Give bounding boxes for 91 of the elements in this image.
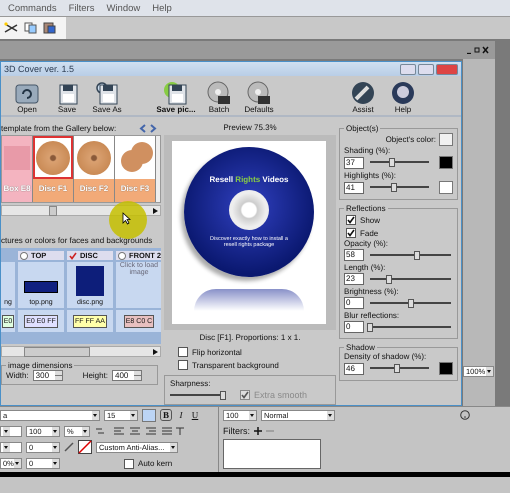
scroll-thumb[interactable] <box>48 206 57 216</box>
format-button[interactable]: U <box>190 410 200 420</box>
checkbox[interactable] <box>178 360 188 370</box>
field-label: Density of shadow (%): <box>344 352 428 361</box>
value-field[interactable]: 23 <box>344 273 364 285</box>
field-label: Shading (%): <box>344 146 392 155</box>
checkbox[interactable] <box>124 458 134 468</box>
faces-caption: ctures or colors for faces and backgrounds <box>1 236 154 245</box>
toolbar-button[interactable]: Save <box>47 81 87 114</box>
preview-title: Preview 75.3% <box>222 122 278 134</box>
field-label: Highlights (%): <box>344 171 398 180</box>
checkbox-label: Transparent background <box>192 360 279 370</box>
checkbox-label: Flip horizontal <box>192 348 242 356</box>
field-label: Blur reflections: <box>344 311 400 320</box>
menu-item[interactable]: Window <box>106 2 140 14</box>
group-title: Shadow <box>345 343 376 352</box>
magnifier-disk-icon <box>94 81 120 105</box>
checkbox[interactable] <box>346 215 356 225</box>
alignment-icons[interactable] <box>94 426 184 436</box>
value-field[interactable]: 0 <box>344 297 364 309</box>
field-label: Width: <box>6 371 29 380</box>
text-color-swatch[interactable] <box>142 408 156 422</box>
toolbar-button[interactable]: Assist <box>343 81 383 114</box>
checkbox-label: Extra smooth <box>254 390 308 400</box>
field-label: Length (%): <box>344 263 386 272</box>
faces-scrollbar[interactable] <box>1 346 161 357</box>
format-button[interactable]: B <box>160 409 172 421</box>
value-field[interactable]: 41 <box>344 182 364 194</box>
menu-item[interactable]: Filters <box>68 2 94 14</box>
color-swatch[interactable] <box>439 133 453 146</box>
pencil-icon <box>64 442 74 452</box>
menu-item[interactable]: Help <box>152 2 172 14</box>
checkbox[interactable] <box>178 347 188 357</box>
toolbar-button[interactable]: Batch <box>199 81 239 114</box>
width-field[interactable]: 300 <box>32 370 63 381</box>
disc-icon <box>246 81 272 105</box>
toolbar-button[interactable]: Defaults <box>239 81 279 114</box>
group-title: Object(s) <box>345 124 380 133</box>
scroll-thumb[interactable] <box>24 346 90 356</box>
window-title: 3D Cover ver. 1.5 <box>4 64 74 74</box>
wand-icon <box>350 81 376 105</box>
check-icon[interactable] <box>69 252 77 260</box>
radio-button[interactable] <box>118 252 126 260</box>
height-field[interactable]: 400 <box>112 370 142 381</box>
checkbox-label: Fade <box>360 228 378 238</box>
scissors-icon[interactable] <box>4 22 18 34</box>
group-title: Reflections <box>345 204 387 213</box>
checkbox-label: Auto kern <box>138 459 172 468</box>
paste-icon[interactable] <box>43 22 56 34</box>
filters-label: Filters: <box>223 426 250 436</box>
minimize-button[interactable] <box>400 64 416 74</box>
field-label: Opacity (%): <box>344 239 390 248</box>
menu-item[interactable]: Commands <box>8 2 57 14</box>
toolbar-button[interactable]: Open <box>7 81 47 114</box>
field-label: Sharpness: <box>170 379 210 388</box>
checkbox[interactable] <box>346 228 356 238</box>
toolbar-button[interactable]: Help <box>383 81 423 114</box>
window-controls-icon[interactable] <box>467 46 489 54</box>
help-icon[interactable] <box>460 410 470 420</box>
field-label: Height: <box>82 371 108 380</box>
color-swatch[interactable] <box>439 181 453 194</box>
group-title: image dimensions <box>7 361 74 370</box>
maximize-button[interactable] <box>418 64 434 74</box>
scroll-right-icon[interactable] <box>153 348 158 354</box>
toolbar-button[interactable]: Save As <box>87 81 127 114</box>
value-field[interactable]: 0 <box>344 321 364 333</box>
checkbox-label: Show <box>360 216 380 224</box>
value-field[interactable]: 58 <box>344 249 364 261</box>
value-field[interactable]: 46 <box>344 362 364 374</box>
help-icon <box>390 81 416 105</box>
color-swatch[interactable] <box>439 362 453 375</box>
preview-caption: Disc [F1]. Proportions: 1 x 1. <box>198 332 302 344</box>
radio-button[interactable] <box>20 252 28 260</box>
no-stroke-icon[interactable] <box>78 440 92 454</box>
color-swatch[interactable] <box>439 156 453 169</box>
toolbar-button[interactable]: Save pic... <box>153 81 199 114</box>
gallery-arrows-icon[interactable] <box>139 124 157 133</box>
kerning-dropdown[interactable] <box>0 426 22 436</box>
disc-icon <box>206 81 232 105</box>
close-button[interactable] <box>436 64 458 74</box>
gallery-caption: template from the Gallery below: <box>1 124 116 133</box>
copy-icon[interactable] <box>24 22 37 34</box>
format-button[interactable]: I <box>176 410 186 420</box>
horizontal-scale-dropdown[interactable] <box>0 442 22 452</box>
cursor-icon <box>122 212 131 225</box>
scroll-right-icon[interactable] <box>153 208 158 214</box>
field-label: Object's color: <box>386 135 436 144</box>
add-icon[interactable] <box>254 427 262 435</box>
floppy-disk-icon <box>163 81 189 105</box>
field-label: Brightness (%): <box>344 287 400 296</box>
value-field[interactable]: 37 <box>344 156 364 168</box>
